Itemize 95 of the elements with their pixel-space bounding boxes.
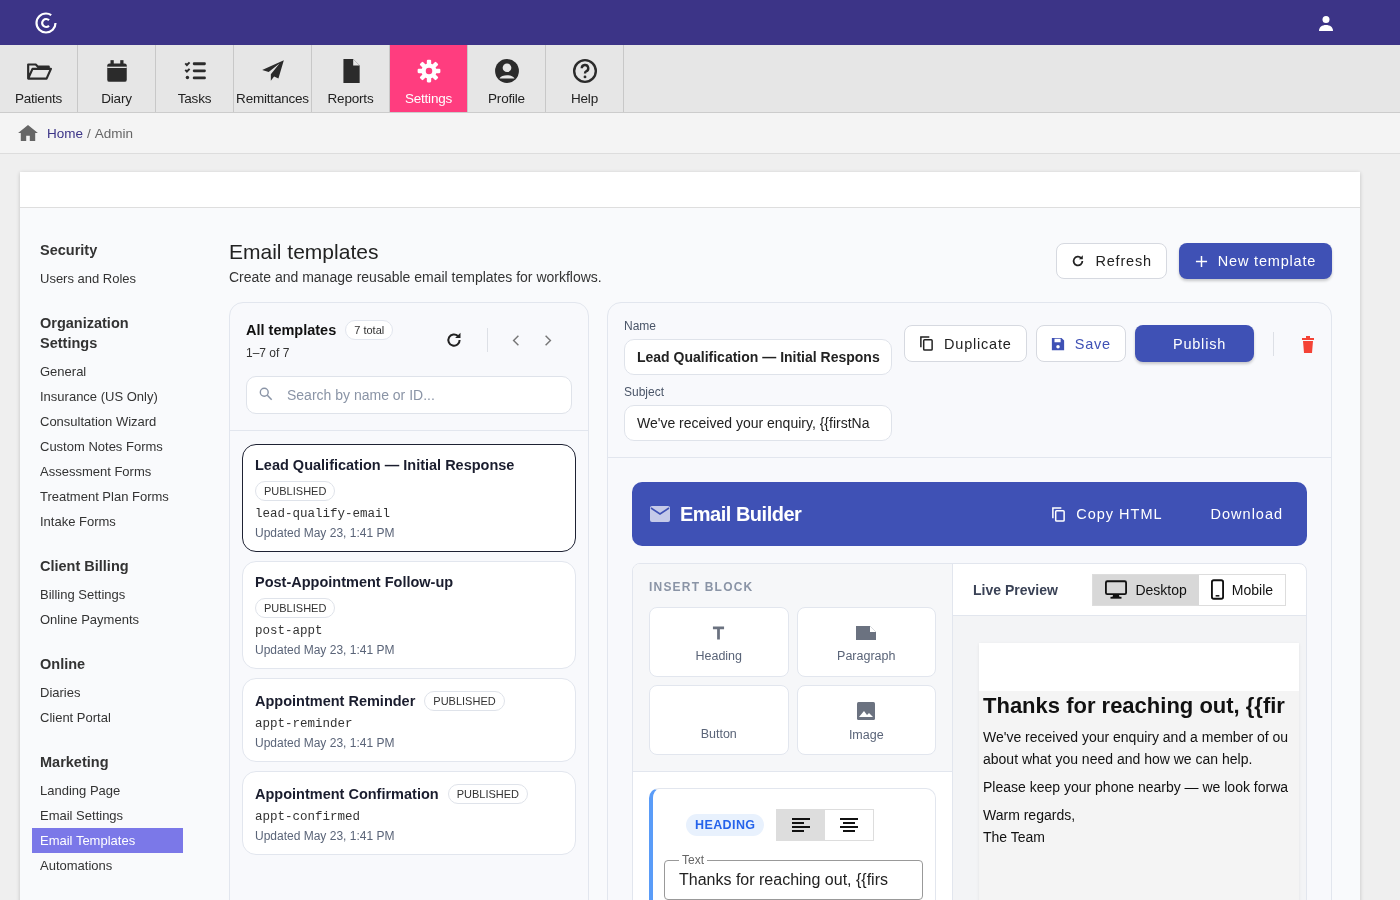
device-toggle[interactable]: Desktop bbox=[1093, 574, 1199, 605]
sidebar-item[interactable]: Landing Page bbox=[32, 778, 183, 803]
count-badge: 7 total bbox=[345, 320, 394, 340]
download-button[interactable]: Download bbox=[1204, 506, 1290, 522]
copy-icon bbox=[1051, 505, 1067, 523]
copy-icon bbox=[919, 335, 934, 352]
sidebar-item[interactable]: Users and Roles bbox=[32, 266, 183, 291]
delete-icon[interactable] bbox=[1301, 334, 1316, 353]
sidebar-item[interactable]: Online Payments bbox=[32, 607, 183, 632]
insert-block-button[interactable]: Heading bbox=[649, 607, 789, 677]
name-field[interactable]: Lead Qualification — Initial Respons bbox=[624, 339, 892, 375]
email-paragraph: Please keep your phone nearby — we look forwa bbox=[983, 778, 1290, 797]
text-field[interactable]: Text Thanks for reaching out, {{firs bbox=[664, 853, 923, 900]
sidebar-item[interactable]: Billing Settings bbox=[32, 582, 183, 607]
align-toggle[interactable] bbox=[777, 810, 826, 840]
section-title: Online bbox=[39, 655, 87, 674]
list-title: All templates bbox=[246, 322, 337, 338]
block-type-badge: HEADING bbox=[686, 814, 765, 836]
template-card[interactable]: Lead Qualification — Initial Response PUBLISHED lead-qualify-email Updated May 23, 1:41 PM bbox=[242, 444, 576, 552]
search-field[interactable]: Search by name or ID... bbox=[246, 376, 572, 414]
sidebar-item[interactable]: Client Portal bbox=[32, 705, 183, 730]
home-icon[interactable] bbox=[17, 124, 39, 142]
sidebar-item[interactable]: Diaries bbox=[32, 680, 183, 705]
help-icon bbox=[571, 57, 598, 84]
sidebar-item[interactable]: Email Settings bbox=[32, 803, 183, 828]
email-heading: Thanks for reaching out, {{fir bbox=[983, 693, 1286, 719]
email-paragraph: Warm regards, The Team bbox=[983, 806, 1077, 847]
template-slug: appt-confirmed bbox=[255, 810, 362, 824]
template-name: Post-Appointment Follow-up bbox=[255, 574, 454, 590]
save-button[interactable]: Save bbox=[1035, 325, 1126, 362]
logo-icon[interactable] bbox=[34, 10, 58, 35]
nav-tab[interactable]: Remittances bbox=[234, 45, 312, 112]
sidebar-item[interactable]: Assessment Forms bbox=[32, 459, 183, 484]
sidebar-item[interactable]: Treatment Plan Forms bbox=[32, 484, 183, 509]
sidebar-item[interactable]: Consultation Wizard bbox=[32, 409, 183, 434]
subject-field[interactable]: We've received your enquiry, {{firstNa bbox=[624, 405, 892, 441]
section-title: Client Billing bbox=[39, 557, 130, 576]
sidebar-item[interactable]: Custom Notes Forms bbox=[32, 434, 183, 459]
template-name: Appointment Confirmation bbox=[255, 786, 439, 802]
new-template-button[interactable]: New template bbox=[1178, 243, 1333, 279]
builder-title: Email Builder bbox=[680, 502, 802, 526]
envelope-icon bbox=[650, 506, 670, 522]
template-name: Lead Qualification — Initial Response bbox=[255, 457, 515, 473]
person-icon bbox=[493, 57, 520, 84]
field-label: Subject bbox=[624, 385, 666, 399]
previous-page-icon[interactable] bbox=[512, 333, 520, 347]
next-page-icon[interactable] bbox=[544, 333, 552, 347]
plus-icon bbox=[1194, 254, 1208, 268]
section-title: Marketing bbox=[39, 753, 110, 772]
publish-button[interactable]: Publish bbox=[1134, 325, 1255, 362]
template-slug: post-appt bbox=[255, 624, 324, 638]
updated-text: Updated May 23, 1:41 PM bbox=[255, 643, 396, 657]
duplicate-button[interactable]: Duplicate bbox=[904, 325, 1027, 362]
align-left-icon bbox=[791, 817, 812, 833]
sidebar-item[interactable]: Insurance (US Only) bbox=[32, 384, 183, 409]
section-title: Security bbox=[39, 241, 99, 260]
sidebar-item[interactable]: General bbox=[32, 359, 183, 384]
range-text: 1–7 of 7 bbox=[246, 346, 291, 360]
phone-icon bbox=[1210, 579, 1224, 600]
refresh-icon bbox=[1071, 254, 1086, 268]
page-title: Email templates bbox=[229, 240, 380, 264]
home-link[interactable]: Home bbox=[47, 125, 83, 141]
refresh-button[interactable]: Refresh bbox=[1056, 243, 1167, 279]
insert-block-button[interactable]: Button bbox=[649, 685, 789, 755]
updated-text: Updated May 23, 1:41 PM bbox=[255, 736, 396, 750]
field-label: Name bbox=[624, 319, 657, 333]
copy-html-button[interactable]: Copy HTML bbox=[1045, 505, 1169, 523]
sidebar-item[interactable]: Intake Forms bbox=[32, 509, 183, 534]
breadcrumb-separator: / bbox=[87, 125, 91, 141]
updated-text: Updated May 23, 1:41 PM bbox=[255, 526, 396, 540]
template-slug: lead-qualify-email bbox=[255, 507, 392, 521]
sidebar-item[interactable]: Automations bbox=[32, 853, 183, 878]
monitor-icon bbox=[1105, 580, 1128, 599]
breadcrumb-current: Admin bbox=[94, 125, 134, 141]
user-icon[interactable] bbox=[1318, 14, 1334, 31]
settings-icon bbox=[415, 57, 442, 84]
template-name: Appointment Reminder bbox=[255, 693, 416, 709]
template-card[interactable]: Post-Appointment Follow-up PUBLISHED post-appt Updated May 23, 1:41 PM bbox=[242, 561, 576, 669]
insert-block-button[interactable]: Image bbox=[796, 685, 936, 755]
text-icon bbox=[712, 624, 726, 641]
page-subtitle: Create and manage reusable email templates for workflows. bbox=[229, 269, 602, 285]
insert-block-button[interactable]: Paragraph bbox=[796, 607, 936, 677]
template-slug: appt-reminder bbox=[255, 717, 354, 731]
refresh-icon[interactable] bbox=[445, 331, 463, 349]
template-card[interactable]: Appointment Confirmation PUBLISHED appt-confirmed Updated May 23, 1:41 PM bbox=[242, 771, 576, 855]
align-center-icon bbox=[839, 817, 860, 833]
template-card[interactable]: Appointment Reminder PUBLISHED appt-reminder Updated May 23, 1:41 PM bbox=[242, 678, 576, 762]
updated-text: Updated May 23, 1:41 PM bbox=[255, 829, 396, 843]
note-icon bbox=[856, 624, 877, 641]
email-paragraph: We've received your enquiry and a member of ou about what you need and how we can help. bbox=[983, 728, 1290, 769]
insert-block-title: INSERT BLOCK bbox=[649, 580, 755, 594]
image-icon bbox=[857, 701, 876, 720]
preview-title: Live Preview bbox=[973, 581, 1058, 598]
section-title: Organization Settings bbox=[39, 314, 130, 353]
sidebar-item[interactable]: Email Templates bbox=[32, 828, 183, 853]
